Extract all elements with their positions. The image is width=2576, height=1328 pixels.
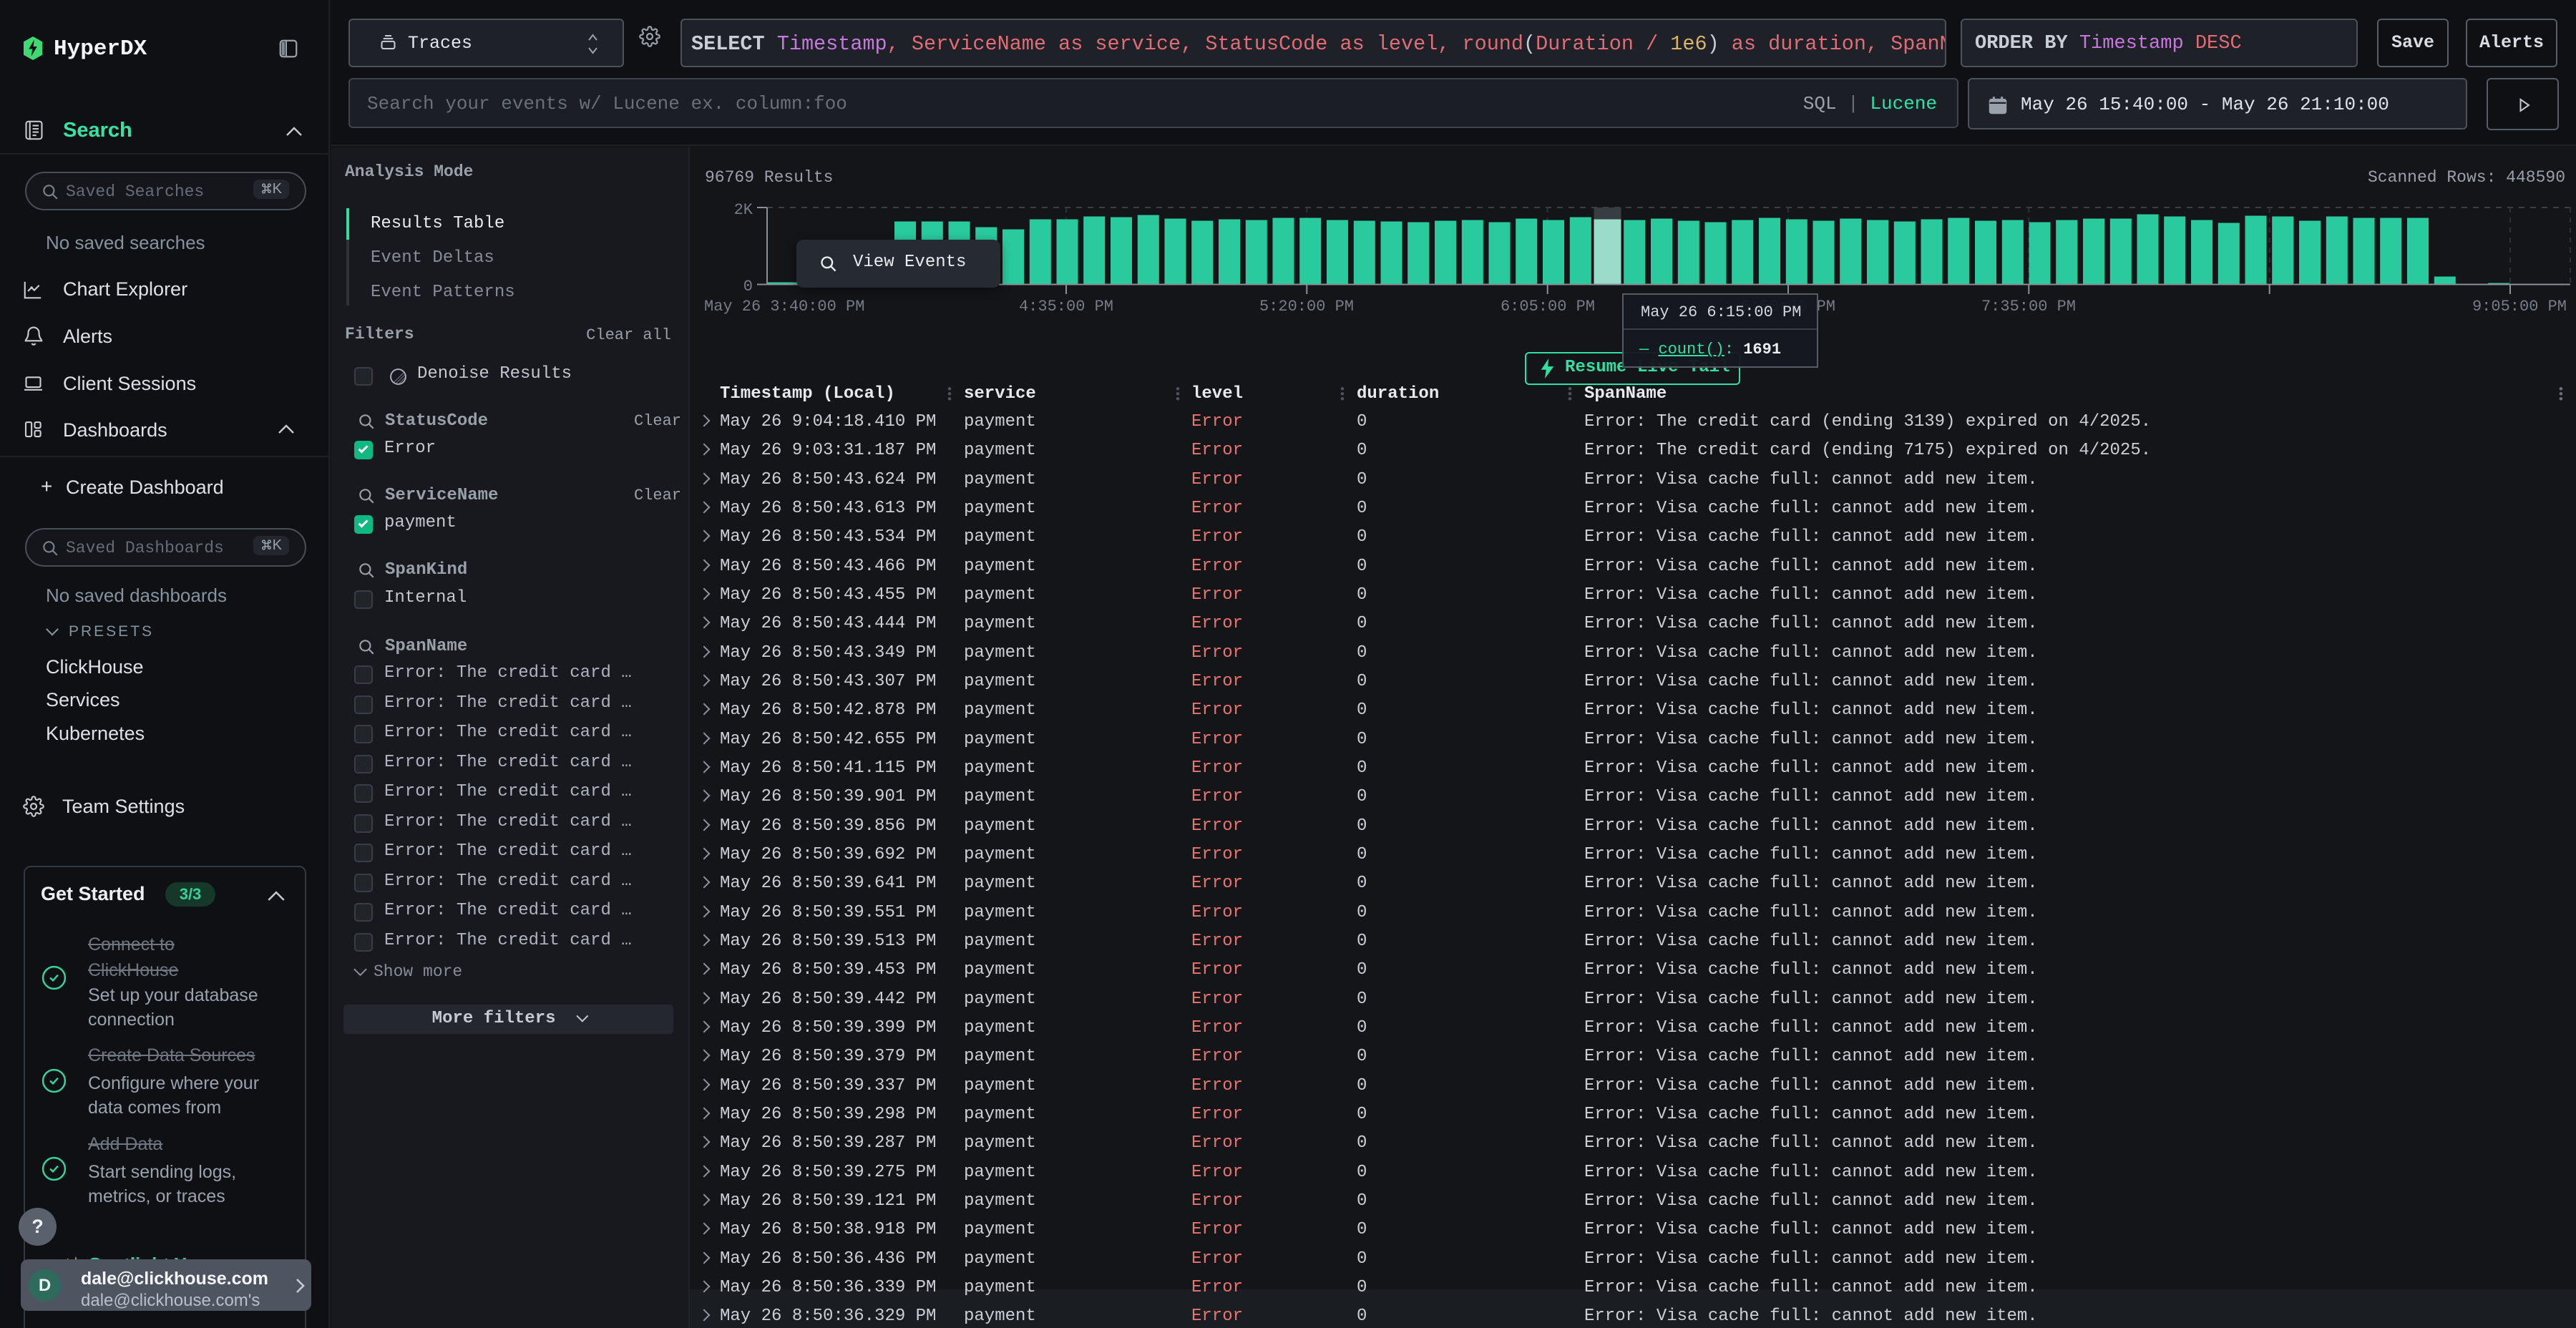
svg-text:May 26 3:40:00 PM: May 26 3:40:00 PM xyxy=(704,298,864,316)
svg-text:4:35:00 PM: 4:35:00 PM xyxy=(1019,298,1113,316)
svg-text:7:35:00 PM: 7:35:00 PM xyxy=(1981,298,2076,316)
svg-text:0: 0 xyxy=(743,278,753,296)
svg-text:6:05:00 PM: 6:05:00 PM xyxy=(1501,298,1595,316)
svg-text:9:05:00 PM: 9:05:00 PM xyxy=(2472,298,2567,316)
svg-text:2K: 2K xyxy=(734,201,753,219)
svg-text:5:20:00 PM: 5:20:00 PM xyxy=(1259,298,1354,316)
